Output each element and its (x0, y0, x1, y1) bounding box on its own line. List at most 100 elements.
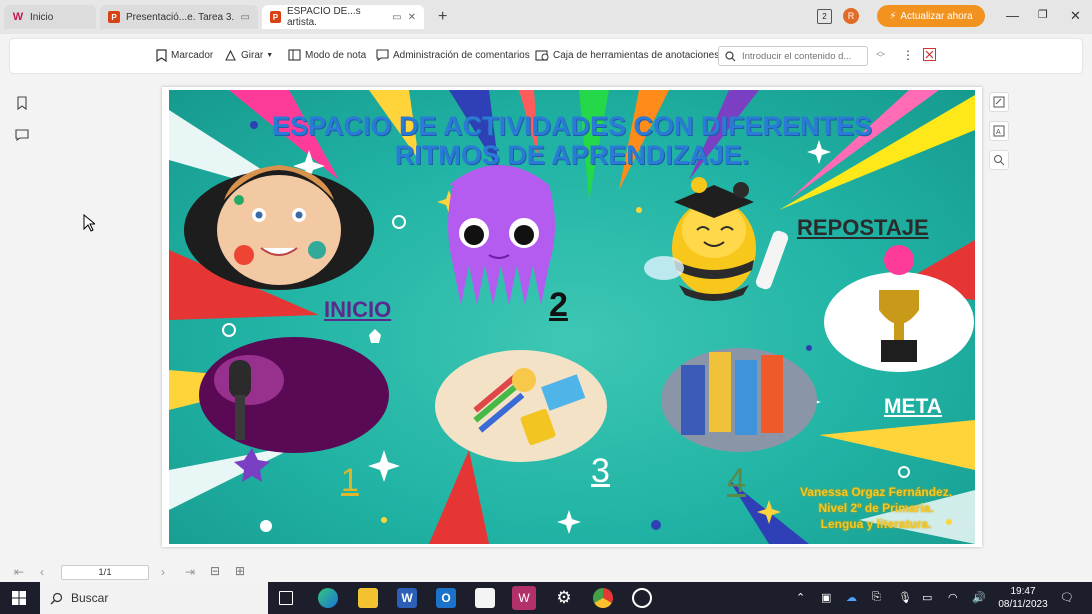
annotation-tools-button[interactable]: Caja de herramientas de anotaciones (535, 49, 719, 61)
annotate-icon (993, 96, 1005, 108)
note-mode-button[interactable]: Modo de nota (288, 49, 366, 61)
slide-credits: Vanessa Orgaz Fernández. Nivel 2º de Pri… (781, 484, 971, 532)
close-icon (923, 48, 936, 61)
zoom-icon (994, 155, 1005, 166)
slide-title-line1: ESPACIO DE ACTIVIDADES CON DIFERENTES (271, 111, 873, 141)
minimize-button[interactable]: — (1006, 8, 1019, 23)
comment-icon (376, 49, 389, 61)
taskbar-search-label: Buscar (71, 591, 109, 605)
more-options-button[interactable]: ⋮ (902, 48, 914, 62)
update-label: Actualizar ahora (900, 10, 973, 22)
new-tab-button[interactable]: + (438, 8, 447, 26)
tab-label: Inicio (30, 11, 54, 23)
presentation-icon: P (270, 11, 281, 23)
search-input[interactable] (742, 50, 862, 62)
title-bar: W Inicio P Presentació...e. Tarea 3. ▭ P… (0, 0, 1092, 34)
step-number-3[interactable]: 3 (591, 452, 610, 491)
translate-tool-button[interactable]: A (989, 121, 1009, 141)
credit-subject: Lengua y literatura. (820, 517, 932, 531)
rotate-button[interactable]: Girar ▼ (224, 49, 273, 62)
status-bar: ⇤ ‹ 1/1 › ⇥ ⊟ ⊞ (0, 562, 1092, 582)
next-page-icon[interactable]: › (161, 565, 165, 579)
annotation-tool-button[interactable] (989, 92, 1009, 112)
comments-label: Administración de comentarios (393, 49, 530, 61)
wifi-icon[interactable]: ◠ (948, 591, 958, 604)
close-window-button[interactable]: ✕ (1070, 8, 1081, 24)
step-number-1[interactable]: 1 (341, 462, 359, 499)
file-explorer-icon[interactable] (358, 588, 378, 608)
slide-title-line2: RITMOS DE APRENDIZAJE. (394, 140, 750, 170)
step-number-4[interactable]: 4 (727, 462, 746, 501)
store-icon[interactable] (475, 588, 495, 608)
credit-author: Vanessa Orgaz Fernández. (799, 485, 953, 499)
page-count-icon[interactable]: 2 (817, 9, 832, 24)
restore-button[interactable]: ❐ (1038, 8, 1048, 21)
tab-inicio[interactable]: W Inicio (4, 5, 96, 29)
onedrive-icon[interactable]: ☁ (846, 591, 857, 604)
system-clock[interactable]: 19:47 08/11/2023 (997, 585, 1049, 611)
tab-label: ESPACIO DE...s artista. (286, 6, 361, 28)
bookmark-icon (156, 49, 167, 62)
fit-page-icon[interactable]: ⊞ (235, 564, 245, 578)
avatar[interactable]: R (843, 8, 859, 24)
word-icon[interactable]: W (397, 588, 417, 608)
notifications-icon[interactable]: 🗨 (1060, 591, 1074, 604)
prev-page-icon[interactable]: ‹ (40, 565, 44, 579)
close-icon[interactable]: ✕ (408, 12, 416, 23)
bookmark-panel-icon[interactable] (15, 96, 29, 110)
search-nav-arrows[interactable]: ︿ ﹀ (876, 47, 886, 63)
svg-text:A: A (996, 129, 1001, 136)
tab-presentacion[interactable]: P Presentació...e. Tarea 3. ▭ (100, 5, 258, 29)
translate-icon: A (993, 125, 1005, 137)
chevron-down-icon: ﹀ (876, 53, 886, 63)
taskbar-search[interactable]: Buscar (40, 582, 268, 614)
tab-espacio[interactable]: P ESPACIO DE...s artista. ▭ ✕ (262, 5, 424, 29)
clock-time: 19:47 (1010, 586, 1036, 597)
rotate-label: Girar (241, 50, 264, 61)
clock-date: 08/11/2023 (998, 599, 1048, 610)
camera-icon[interactable]: ⎘ (872, 591, 881, 604)
comment-panel-icon[interactable] (15, 128, 29, 142)
toolbar: Marcador Girar ▼ Modo de nota Administra… (10, 39, 1082, 73)
step-number-2[interactable]: 2 (549, 286, 568, 325)
update-button[interactable]: ⚡ Actualizar ahora (877, 5, 985, 27)
battery-icon[interactable]: ▭ (922, 591, 932, 604)
tray-app-icon[interactable]: ▣ (821, 591, 831, 604)
label-repostaje[interactable]: REPOSTAJE (797, 215, 929, 241)
page-indicator[interactable]: 1/1 (61, 565, 149, 580)
label-meta[interactable]: META (884, 395, 942, 419)
avatar-letter: R (847, 11, 855, 21)
chrome-icon[interactable] (593, 588, 613, 608)
outlook-icon[interactable]: O (436, 588, 456, 608)
search-field[interactable] (718, 46, 868, 66)
rotate-icon (225, 49, 236, 61)
edge-icon[interactable] (318, 588, 338, 608)
zoom-tool-button[interactable] (989, 150, 1009, 170)
search-icon (725, 50, 736, 61)
mouse-cursor-icon (83, 214, 95, 232)
volume-icon[interactable]: 🔊 (972, 591, 986, 604)
note-mode-icon (288, 49, 301, 61)
taskbar: Buscar W O W ⚙ ⌃ ▣ ☁ ⎘ 🎙 ▭ ◠ 🔊 19:47 08/… (0, 582, 1092, 614)
annotation-tools-label: Caja de herramientas de anotaciones (553, 49, 720, 61)
first-page-icon[interactable]: ⇤ (14, 565, 24, 579)
task-view-icon[interactable] (279, 591, 293, 605)
slide-title: ESPACIO DE ACTIVIDADES CON DIFERENTES RI… (169, 112, 975, 170)
windows-start-icon[interactable] (12, 591, 26, 605)
screen-recorder-icon[interactable] (632, 588, 652, 608)
label-inicio[interactable]: INICIO (324, 297, 391, 323)
bookmark-button[interactable]: Marcador (156, 49, 213, 62)
comments-button[interactable]: Administración de comentarios (376, 49, 530, 61)
chevron-down-icon: ▼ (266, 52, 274, 59)
close-toolbar-button[interactable] (923, 48, 940, 61)
slide-canvas: ESPACIO DE ACTIVIDADES CON DIFERENTES RI… (169, 90, 975, 544)
last-page-icon[interactable]: ⇥ (185, 565, 195, 579)
microphone-icon[interactable]: 🎙 (898, 591, 912, 604)
annotation-icon (535, 50, 549, 61)
fit-width-icon[interactable]: ⊟ (210, 564, 220, 578)
settings-gear-icon[interactable]: ⚙ (554, 588, 574, 608)
credit-level: Nivel 2º de Primaria. (818, 501, 934, 515)
wps-office-icon[interactable]: W (512, 586, 536, 610)
bookmark-label: Marcador (171, 50, 214, 61)
chevron-up-icon[interactable]: ⌃ (796, 591, 805, 604)
